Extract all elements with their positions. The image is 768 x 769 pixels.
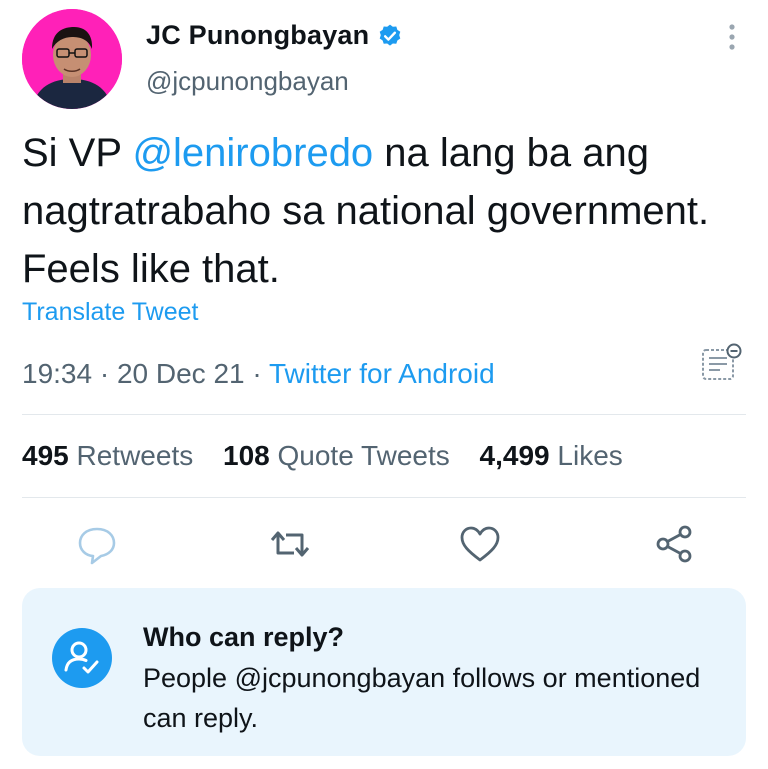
- tweet-analytics-button[interactable]: [700, 343, 744, 383]
- reply-icon: [78, 527, 116, 565]
- retweets-stat[interactable]: 495 Retweets: [22, 440, 193, 471]
- action-bar: [0, 520, 768, 570]
- retweets-label: Retweets: [76, 440, 194, 471]
- meta-separator: ·: [99, 358, 110, 389]
- who-can-reply-description: People @jcpunongbayan follows or mention…: [143, 663, 701, 733]
- quote-tweets-count: 108: [223, 440, 270, 471]
- retweets-count: 495: [22, 440, 69, 471]
- analytics-icon: [702, 343, 742, 380]
- user-check-icon: [64, 641, 99, 674]
- tweet-meta: 19:34 · 20 Dec 21 · Twitter for Android: [22, 358, 495, 390]
- more-vertical-icon: [729, 24, 735, 50]
- retweet-icon: [270, 531, 310, 557]
- share-icon: [656, 525, 692, 563]
- tweet-text-start: Si VP: [22, 131, 133, 175]
- more-options-button[interactable]: [720, 22, 744, 52]
- quote-tweets-stat[interactable]: 108 Quote Tweets: [223, 440, 450, 471]
- like-icon: [460, 526, 500, 562]
- reply-button[interactable]: [73, 520, 121, 568]
- likes-count: 4,499: [479, 440, 550, 471]
- who-can-reply-panel: Who can reply? People @jcpunongbayan fol…: [22, 588, 746, 756]
- retweet-button[interactable]: [266, 520, 314, 568]
- divider: [22, 414, 746, 415]
- verified-badge-icon: [380, 24, 401, 46]
- avatar[interactable]: [22, 9, 122, 109]
- tweet-text: Si VP @lenirobredo na lang ba ang nagtra…: [22, 124, 742, 298]
- like-button[interactable]: [456, 520, 504, 568]
- share-button[interactable]: [650, 520, 698, 568]
- likes-label: Likes: [557, 440, 623, 471]
- likes-stat[interactable]: 4,499 Likes: [480, 440, 623, 471]
- tweet-source-link[interactable]: Twitter for Android: [269, 358, 495, 389]
- engagement-stats: 495 Retweets 108 Quote Tweets 4,499 Like…: [22, 440, 623, 472]
- who-can-reply-icon-circle: [52, 628, 112, 688]
- author-handle[interactable]: @jcpunongbayan: [146, 66, 349, 97]
- author-name-row[interactable]: JC Punongbayan: [146, 20, 403, 51]
- avatar-image: [22, 9, 122, 109]
- meta-separator: ·: [252, 358, 262, 389]
- tweet-time[interactable]: 19:34: [22, 358, 92, 389]
- author-display-name[interactable]: JC Punongbayan: [146, 20, 369, 51]
- mention-link[interactable]: @lenirobredo: [132, 131, 373, 175]
- who-can-reply-title: Who can reply?: [143, 622, 345, 652]
- translate-tweet-link[interactable]: Translate Tweet: [22, 298, 198, 327]
- divider: [22, 497, 746, 498]
- quote-tweets-label: Quote Tweets: [277, 440, 450, 471]
- tweet-date[interactable]: 20 Dec 21: [117, 358, 245, 389]
